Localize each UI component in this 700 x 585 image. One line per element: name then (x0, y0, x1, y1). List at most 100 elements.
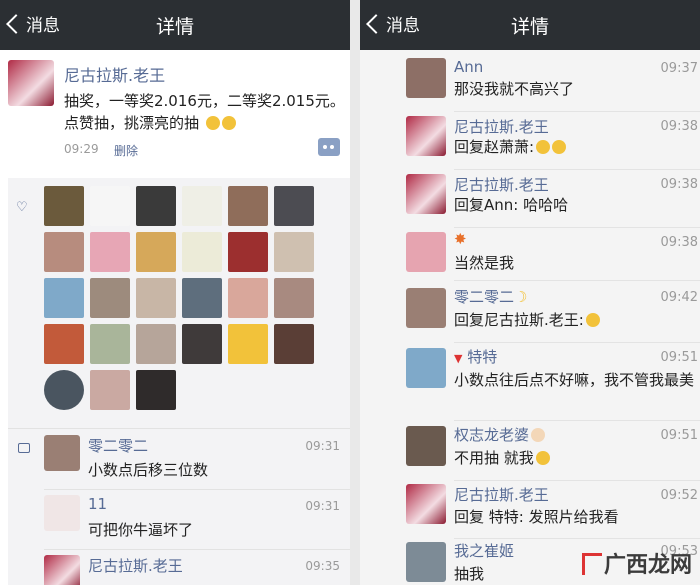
liker-avatar[interactable] (136, 278, 176, 318)
liker-avatar[interactable] (90, 324, 130, 364)
watermark: 广西龙网 (581, 547, 692, 579)
comment-row[interactable]: ✸ 09:38 当然是我 (360, 230, 700, 282)
comment-time: 09:38 (660, 177, 698, 192)
liker-avatar[interactable] (44, 370, 84, 410)
liker-avatar[interactable] (136, 232, 176, 272)
comment-row[interactable]: 尼古拉斯.老王 09:38 回复赵萧萧: (360, 114, 700, 172)
comment-time: 09:51 (660, 428, 698, 443)
divider (454, 342, 700, 343)
comment-row[interactable]: 尼古拉斯.老王 09:52 回复 特特: 发照片给我看 (360, 482, 700, 539)
post-author-avatar[interactable] (8, 60, 54, 106)
comment-time: 09:42 (660, 290, 698, 305)
comment-action-icon[interactable] (318, 138, 340, 156)
commenter-avatar[interactable] (406, 174, 446, 214)
comment-text: 小数点后移三位数 (88, 461, 209, 479)
comment-row[interactable]: 零二零二☽ 09:42 回复尼古拉斯.老王: (360, 284, 700, 343)
liker-avatar[interactable] (44, 324, 84, 364)
heart-icon: ▼ (454, 352, 463, 365)
smile-emoji-icon (536, 140, 551, 154)
liker-avatar[interactable] (182, 324, 222, 364)
commenter-avatar[interactable] (406, 232, 446, 272)
divider (454, 227, 700, 228)
commenter-name[interactable]: ▼ 特特 (454, 346, 497, 367)
liker-avatar[interactable] (182, 278, 222, 318)
comment-time: 09:38 (660, 119, 698, 134)
liker-avatar[interactable] (136, 186, 176, 226)
liker-avatar[interactable] (90, 278, 130, 318)
divider (454, 280, 700, 281)
comment-row[interactable]: ▼ 特特 09:51 小数点往后点不好嘛，我不管我最美 (360, 344, 700, 421)
commenter-name[interactable]: 零二零二☽ (454, 286, 527, 307)
nav-bar: 消息 详情 (0, 0, 350, 50)
comment-time: 09:35 (305, 559, 340, 573)
commenter-avatar[interactable] (44, 495, 80, 531)
divider (454, 420, 700, 421)
comment-row[interactable]: 尼古拉斯.老王 09:38 回复Ann: 哈哈哈 (360, 172, 700, 230)
logo-icon (581, 553, 602, 575)
comment-row[interactable]: 零二零二 09:31 小数点后移三位数 (44, 435, 350, 487)
commenter-avatar[interactable] (406, 58, 446, 98)
liker-avatar[interactable] (274, 186, 314, 226)
post-text: 抽奖，一等奖2.016元，二等奖2.015元。点赞抽，挑漂亮的抽 (64, 92, 345, 132)
commenter-name[interactable]: 11 (88, 495, 107, 513)
divider (454, 169, 700, 170)
commenter-name[interactable]: 尼古拉斯.老王 (88, 555, 183, 576)
liker-avatar[interactable] (44, 278, 84, 318)
smile-emoji-icon (221, 116, 236, 130)
divider (44, 489, 350, 490)
liker-avatar[interactable] (228, 278, 268, 318)
liker-avatar[interactable] (182, 186, 222, 226)
face-emoji-icon (531, 428, 546, 442)
liker-avatar[interactable] (274, 232, 314, 272)
commenter-avatar[interactable] (406, 426, 446, 466)
liker-avatar[interactable] (44, 186, 84, 226)
post-author-name[interactable]: 尼古拉斯.老王 (64, 62, 165, 86)
commenter-avatar[interactable] (406, 484, 446, 524)
comment-time: 09:31 (305, 499, 340, 513)
commenter-name[interactable]: 我之崔姬 (454, 540, 514, 561)
smile-emoji-icon (535, 451, 550, 465)
comment-text: 那没我就不高兴了 (454, 80, 575, 98)
commenter-name[interactable]: 零二零二 (88, 435, 148, 456)
liker-avatar[interactable] (228, 232, 268, 272)
commenter-name[interactable]: 尼古拉斯.老王 (454, 116, 549, 137)
commenter-avatar[interactable] (406, 116, 446, 156)
comment-row[interactable]: 11 09:31 可把你牛逼坏了 (44, 495, 350, 547)
liker-avatar[interactable] (182, 232, 222, 272)
commenter-avatar[interactable] (44, 555, 80, 585)
liker-avatar[interactable] (136, 370, 176, 410)
commenter-name[interactable]: 权志龙老婆 (454, 424, 546, 445)
liker-avatar[interactable] (90, 232, 130, 272)
divider (454, 480, 700, 481)
comment-text: 回复Ann: 哈哈哈 (454, 196, 569, 214)
liker-avatar[interactable] (274, 278, 314, 318)
commenter-name[interactable]: 尼古拉斯.老王 (454, 174, 549, 195)
commenter-avatar[interactable] (406, 288, 446, 328)
liker-avatar[interactable] (90, 370, 130, 410)
liker-avatar[interactable] (44, 232, 84, 272)
delete-link[interactable]: 删除 (114, 142, 138, 159)
comment-time: 09:51 (660, 350, 698, 365)
comment-text: 回复 特特: 发照片给我看 (454, 508, 619, 526)
liker-avatar[interactable] (90, 186, 130, 226)
comment-row[interactable]: 权志龙老婆 09:51 不用抽 就我 (360, 422, 700, 481)
liker-avatar-grid (44, 186, 314, 410)
divider (454, 538, 700, 539)
comments-section: 零二零二 09:31 小数点后移三位数 11 09:31 可把你牛逼坏了 尼古拉… (8, 428, 350, 585)
liker-avatar[interactable] (228, 186, 268, 226)
commenter-name[interactable]: Ann (454, 58, 483, 76)
liker-avatar[interactable] (228, 324, 268, 364)
commenter-avatar[interactable] (44, 435, 80, 471)
commenter-avatar[interactable] (406, 348, 446, 388)
liker-avatar[interactable] (136, 324, 176, 364)
comment-row[interactable]: 尼古拉斯.老王 09:35 (44, 555, 350, 585)
commenter-avatar[interactable] (406, 542, 446, 582)
commenter-name[interactable]: 尼古拉斯.老王 (454, 484, 549, 505)
comment-text: 不用抽 就我 (454, 448, 694, 469)
page-title: 详情 (155, 16, 194, 38)
liker-avatar[interactable] (274, 324, 314, 364)
likes-section: ♡ (8, 178, 350, 428)
comment-time: 09:38 (660, 235, 698, 250)
comment-row[interactable]: Ann 09:37 那没我就不高兴了 (360, 56, 700, 114)
comment-time: 09:37 (660, 61, 698, 76)
